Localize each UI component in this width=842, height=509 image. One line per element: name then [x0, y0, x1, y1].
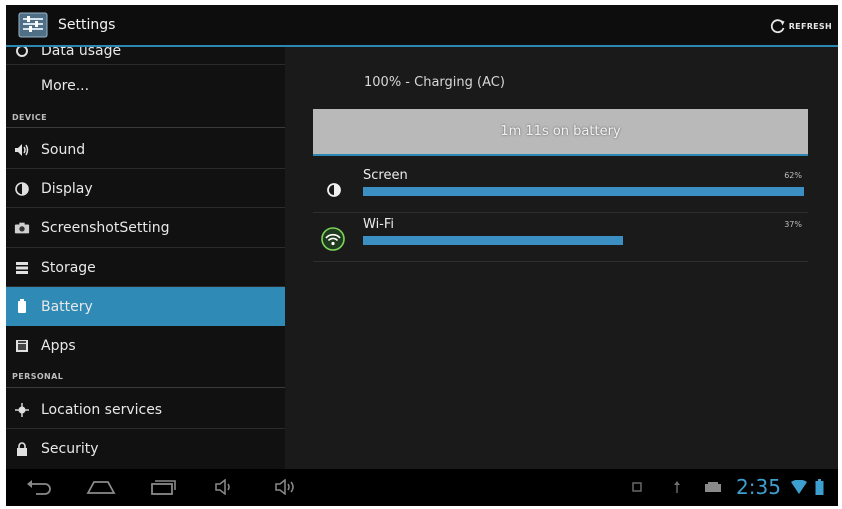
divider: [6, 207, 285, 208]
sidebar-item-label: Storage: [41, 259, 96, 276]
sidebar-item-label: Data usage: [41, 47, 122, 59]
sidebar-item-label: More...: [41, 78, 90, 94]
volume-up-button[interactable]: [272, 475, 300, 499]
section-divider: [6, 387, 285, 388]
sidebar-item-display[interactable]: Display: [6, 170, 285, 207]
volume-down-icon: [215, 479, 230, 495]
wifi-signal-icon: [790, 475, 808, 499]
storage-icon: [14, 260, 30, 276]
sidebar-item-storage[interactable]: Storage: [6, 249, 285, 286]
sidebar-item-label: ScreenshotSetting: [41, 220, 170, 236]
section-header-device: DEVICE: [12, 113, 48, 122]
battery-status-icon: [812, 475, 826, 499]
usage-row-screen[interactable]: Screen 62%: [313, 165, 808, 213]
camera-icon: [14, 220, 30, 236]
sidebar-item-more[interactable]: More...: [6, 67, 285, 105]
tablet-screen: Settings REFRESH Data usage More... DEVI…: [6, 5, 838, 506]
usage-bar: [363, 187, 804, 196]
refresh-label: REFRESH: [788, 21, 832, 31]
usage-row-wifi[interactable]: Wi-Fi 37%: [313, 214, 808, 262]
settings-app-icon[interactable]: [18, 12, 48, 38]
divider: [6, 64, 285, 65]
usb-icon: [670, 475, 684, 499]
usage-name: Wi-Fi: [363, 217, 395, 232]
usage-bar: [363, 236, 804, 245]
usage-bar-fill: [363, 187, 804, 196]
sidebar-item-label: Battery: [41, 298, 93, 315]
recent-apps-button[interactable]: [148, 475, 178, 499]
divider: [313, 261, 808, 262]
battery-icon: [14, 299, 30, 315]
usage-name: Screen: [363, 168, 408, 183]
back-button[interactable]: [24, 475, 54, 499]
clock: 2:35: [736, 475, 781, 499]
sidebar-item-label: Display: [41, 180, 93, 197]
sidebar-item-label: Security: [41, 440, 99, 457]
volume-down-button[interactable]: [212, 475, 238, 499]
divider: [6, 247, 285, 248]
graph-underline: [313, 154, 808, 156]
section-divider: [6, 127, 285, 128]
sidebar-item-security[interactable]: Security: [6, 430, 285, 467]
system-nav-bar: 2:35: [6, 469, 838, 506]
app-title: Settings: [58, 17, 116, 33]
apps-icon: [14, 338, 30, 354]
home-button[interactable]: [84, 475, 118, 499]
action-bar: Settings REFRESH: [6, 5, 838, 47]
charge-status: 100% - Charging (AC): [364, 75, 505, 90]
lock-icon: [14, 441, 30, 457]
divider: [6, 428, 285, 429]
usage-percent: 37%: [784, 220, 802, 229]
recent-apps-icon: [151, 480, 176, 495]
sidebar-item-sound[interactable]: Sound: [6, 131, 285, 168]
brightness-icon: [323, 179, 345, 201]
location-icon: [14, 402, 30, 418]
usage-percent: 62%: [784, 171, 802, 180]
sidebar-item-location-services[interactable]: Location services: [6, 391, 285, 428]
back-icon: [27, 480, 51, 495]
sidebar-item-data-usage[interactable]: Data usage: [6, 47, 285, 63]
divider: [313, 212, 808, 213]
battery-detail-pane: 100% - Charging (AC) 1m 11s on battery S…: [285, 47, 838, 469]
battery-graph-label: 1m 11s on battery: [500, 124, 621, 139]
refresh-icon: [770, 19, 785, 34]
sidebar-item-battery[interactable]: Battery: [6, 287, 285, 326]
speaker-icon: [14, 142, 30, 158]
section-header-personal: PERSONAL: [12, 372, 64, 381]
data-usage-icon: [14, 47, 30, 59]
sidebar-item-label: Location services: [41, 401, 163, 418]
home-icon: [86, 481, 116, 494]
settings-list[interactable]: Data usage More... DEVICE Sound Display: [6, 47, 285, 469]
notification-icon: [704, 475, 722, 499]
brightness-icon: [14, 181, 30, 197]
screenshot-status-icon: [630, 475, 644, 499]
refresh-button[interactable]: REFRESH: [770, 17, 832, 35]
usage-bar-fill: [363, 236, 624, 245]
sidebar-item-label: Sound: [41, 141, 86, 158]
sidebar-item-label: Apps: [41, 337, 76, 354]
sidebar-item-apps[interactable]: Apps: [6, 327, 285, 364]
volume-up-icon: [275, 479, 294, 495]
sidebar-item-screenshot-setting[interactable]: ScreenshotSetting: [6, 209, 285, 247]
divider: [6, 168, 285, 169]
battery-history-graph[interactable]: 1m 11s on battery: [313, 109, 808, 154]
wifi-icon: [321, 227, 345, 251]
